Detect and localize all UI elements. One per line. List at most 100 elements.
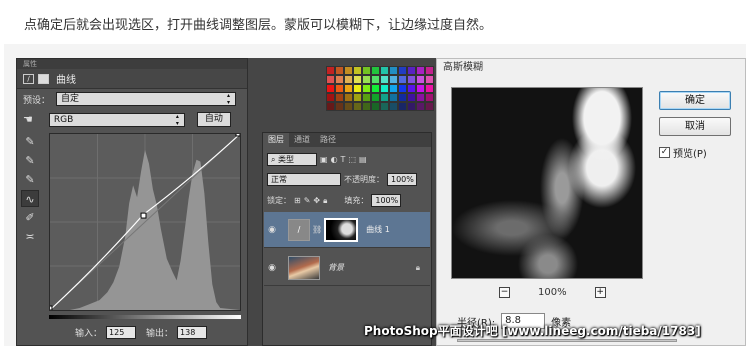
color-swatch[interactable]	[326, 93, 335, 102]
color-swatch[interactable]	[389, 84, 398, 93]
lock-paint-icon[interactable]: ✎	[304, 196, 311, 205]
color-swatch[interactable]	[389, 75, 398, 84]
ok-button[interactable]: 确定	[659, 91, 731, 110]
color-swatch[interactable]	[344, 75, 353, 84]
color-swatch[interactable]	[416, 75, 425, 84]
color-swatch[interactable]	[398, 102, 407, 111]
layer-mask-icon[interactable]	[38, 73, 49, 84]
color-swatch[interactable]	[362, 84, 371, 93]
visibility-eye-icon[interactable]: ◉	[264, 225, 280, 235]
fill-field[interactable]: 100%	[371, 194, 402, 207]
color-swatch[interactable]	[335, 84, 344, 93]
color-swatch[interactable]	[425, 66, 434, 75]
color-swatch[interactable]	[344, 102, 353, 111]
preset-select[interactable]: 自定	[56, 92, 237, 106]
blend-mode-select[interactable]: 正常	[267, 173, 341, 186]
color-swatch[interactable]	[389, 93, 398, 102]
color-swatch[interactable]	[416, 93, 425, 102]
color-swatch[interactable]	[380, 102, 389, 111]
color-swatch[interactable]	[407, 102, 416, 111]
tab-paths[interactable]: 路径	[315, 133, 341, 147]
color-swatch[interactable]	[425, 102, 434, 111]
blur-preview[interactable]	[451, 87, 643, 279]
color-swatch[interactable]	[389, 66, 398, 75]
color-swatch[interactable]	[353, 84, 362, 93]
color-swatch[interactable]	[344, 93, 353, 102]
color-swatch[interactable]	[407, 84, 416, 93]
color-swatch[interactable]	[425, 93, 434, 102]
radius-slider[interactable]	[457, 339, 677, 342]
color-swatch[interactable]	[380, 93, 389, 102]
color-swatch[interactable]	[398, 93, 407, 102]
layer-name[interactable]: 曲线 1	[366, 224, 390, 235]
lock-all-icon[interactable]: 🔒︎	[323, 196, 327, 206]
color-swatch[interactable]	[353, 102, 362, 111]
color-swatch[interactable]	[362, 66, 371, 75]
lock-move-icon[interactable]: ✥	[313, 196, 320, 205]
color-swatch[interactable]	[425, 84, 434, 93]
color-swatch[interactable]	[416, 84, 425, 93]
color-swatch[interactable]	[353, 66, 362, 75]
visibility-eye-icon[interactable]: ◉	[264, 263, 280, 273]
filter-type-icon[interactable]: T	[341, 155, 346, 164]
output-field[interactable]: 138	[177, 326, 208, 339]
color-swatch[interactable]	[371, 75, 380, 84]
smooth-icon[interactable]: ≍	[21, 228, 39, 245]
layer-name[interactable]: 背景	[328, 262, 344, 273]
color-swatch[interactable]	[398, 84, 407, 93]
color-swatch[interactable]	[398, 66, 407, 75]
color-swatch[interactable]	[353, 93, 362, 102]
color-swatch[interactable]	[380, 84, 389, 93]
filter-smart-icon[interactable]: ▤	[359, 155, 367, 164]
curve-edit-icon[interactable]: ∿	[21, 190, 39, 207]
pencil-icon[interactable]: ✐	[21, 209, 39, 226]
zoom-in-button[interactable]: +	[594, 287, 606, 298]
filter-select[interactable]: ⌕ 类型	[267, 153, 317, 166]
color-swatch[interactable]	[326, 102, 335, 111]
tab-layers[interactable]: 图层	[263, 133, 289, 147]
filter-shape-icon[interactable]: ⬚	[348, 155, 356, 164]
opacity-field[interactable]: 100%	[387, 173, 417, 186]
color-swatch[interactable]	[335, 75, 344, 84]
zoom-out-button[interactable]: −	[499, 287, 510, 298]
properties-tab[interactable]: 属性	[17, 59, 247, 69]
color-swatch[interactable]	[362, 75, 371, 84]
layer-row-background[interactable]: ◉ 背景 🔒︎	[264, 250, 430, 286]
auto-button[interactable]: 自动	[196, 112, 231, 127]
preview-checkbox[interactable]: ✓	[659, 147, 670, 158]
color-swatch[interactable]	[326, 75, 335, 84]
color-swatch[interactable]	[398, 75, 407, 84]
channel-select[interactable]: RGB	[48, 112, 185, 127]
filter-adjust-icon[interactable]: ◐	[331, 155, 338, 164]
color-swatch[interactable]	[326, 66, 335, 75]
color-swatch[interactable]	[371, 84, 380, 93]
color-swatch[interactable]	[335, 102, 344, 111]
cancel-button[interactable]: 取消	[659, 117, 731, 136]
color-swatch[interactable]	[416, 102, 425, 111]
color-swatch[interactable]	[335, 93, 344, 102]
color-swatch[interactable]	[389, 102, 398, 111]
color-swatch[interactable]	[407, 75, 416, 84]
curve-graph[interactable]	[49, 133, 241, 311]
color-swatch[interactable]	[416, 66, 425, 75]
color-swatch[interactable]	[362, 102, 371, 111]
eyedropper-white-icon[interactable]: ✎	[21, 171, 39, 188]
color-swatch[interactable]	[326, 84, 335, 93]
color-swatch[interactable]	[380, 66, 389, 75]
color-swatch[interactable]	[407, 93, 416, 102]
lock-pixels-icon[interactable]: ⊞	[294, 196, 301, 205]
color-swatch[interactable]	[425, 75, 434, 84]
mask-link-icon[interactable]: ⛓︎	[312, 225, 322, 234]
color-swatch[interactable]	[371, 102, 380, 111]
color-swatch[interactable]	[371, 66, 380, 75]
layer-mask-thumbnail[interactable]	[324, 217, 359, 242]
color-swatch[interactable]	[380, 75, 389, 84]
eyedropper-black-icon[interactable]: ✎	[21, 133, 39, 150]
color-swatch[interactable]	[353, 75, 362, 84]
layer-row-curves[interactable]: ◉ ∕ ⛓︎ 曲线 1	[264, 212, 430, 248]
tab-channels[interactable]: 通道	[289, 133, 315, 147]
color-swatch[interactable]	[407, 66, 416, 75]
color-swatch[interactable]	[362, 93, 371, 102]
color-swatch[interactable]	[344, 66, 353, 75]
color-swatch[interactable]	[344, 84, 353, 93]
